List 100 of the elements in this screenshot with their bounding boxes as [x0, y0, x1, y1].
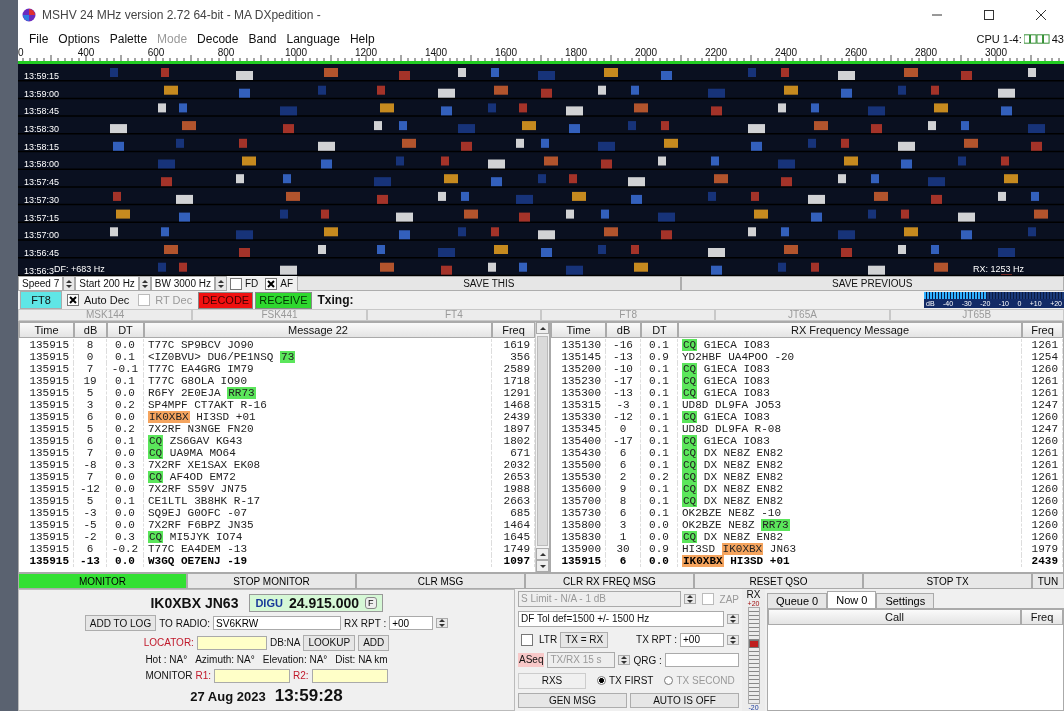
menu-item[interactable]: Language [281, 32, 345, 46]
column-header[interactable]: DT [641, 322, 678, 338]
column-header[interactable]: Freq [1021, 609, 1063, 625]
time-cell: 135915 [19, 399, 74, 411]
menu-item[interactable]: File [24, 32, 54, 46]
auto-button[interactable]: AUTO IS OFF [630, 693, 739, 709]
message-text: ZS6GAV KG43 [168, 435, 243, 447]
dt-cell: 0.0 [107, 387, 144, 399]
column-header[interactable]: DT [107, 322, 144, 338]
queue-tab[interactable]: Queue 0 [767, 593, 828, 608]
highlight-tag: CQ [148, 435, 164, 447]
time-cell: 135530 [551, 471, 606, 483]
time-label: 13:59:15 [24, 70, 60, 83]
action-button[interactable]: CLR MSG [356, 573, 525, 589]
freq-cell: 1261 [1022, 375, 1063, 387]
column-header[interactable]: dB [74, 322, 107, 338]
column-header[interactable]: Time [19, 322, 74, 338]
db-cell: -13 [606, 351, 641, 363]
action-button[interactable]: CLR RX FREQ MSG [525, 573, 694, 589]
highlight-tag: CQ [682, 435, 698, 447]
f-button[interactable]: F [365, 596, 377, 609]
db-cell: -12 [606, 411, 641, 423]
radio-label: TX FIRST [609, 675, 654, 687]
scale-label: 1400 [424, 48, 448, 58]
menu-item[interactable]: Decode [192, 32, 244, 46]
message-text: JN63 [768, 543, 797, 555]
menu-item[interactable]: Band [243, 32, 282, 46]
freq-cell: 1260 [1022, 435, 1063, 447]
message-text: R6FY 2E0EJA [148, 387, 222, 399]
menu-item[interactable]: Options [53, 32, 105, 46]
db-cell: 8 [74, 339, 107, 351]
info-text: Hot : NA° [145, 654, 188, 666]
highlight-tag: 73 [280, 351, 296, 363]
decode-indicator: DECODE [198, 291, 254, 309]
db-cell: 6 [74, 411, 107, 423]
start-spinbox[interactable]: Start 200 Hz [75, 276, 139, 291]
time-cell: 135915 [19, 435, 74, 447]
message-text: 7X2RF XE1SAX EK08 [148, 459, 261, 471]
qrg-label: QRG : [633, 654, 662, 666]
time-cell: 135915 [19, 483, 74, 495]
aseq-indicator[interactable]: ASeq [518, 653, 545, 668]
dt-cell: 0.2 [641, 471, 678, 483]
add-button[interactable]: ADD [358, 634, 390, 651]
dt-cell: -0.1 [107, 363, 144, 375]
add-to-log-button[interactable]: ADD TO LOG [84, 615, 157, 632]
highlight-tag: RR73 [227, 387, 256, 399]
save-previous-button[interactable]: SAVE PREVIOUS [680, 276, 1064, 291]
highlight-tag: IK0XBX [148, 411, 190, 423]
monitor-label: MONITOR [145, 670, 193, 682]
time-cell: 135230 [551, 375, 606, 387]
time-cell: 135900 [551, 543, 606, 555]
db-cell: 6 [606, 447, 641, 459]
menu-item[interactable]: Help [344, 32, 380, 46]
queue-tab[interactable]: Settings [876, 593, 935, 608]
bandwidth-spinbox[interactable]: BW 3000 Hz [150, 276, 215, 291]
column-header[interactable]: Time [551, 322, 606, 338]
speed-spinbox[interactable]: Speed 7 [18, 276, 64, 291]
r2-label: R2: [293, 670, 309, 682]
action-button[interactable]: STOP MONITOR [187, 573, 356, 589]
time-cell: 135915 [19, 495, 74, 507]
gen-msg-button[interactable]: GEN MSG [518, 693, 627, 709]
freq-cell: 1247 [1022, 423, 1063, 435]
scale-label: 800 [217, 48, 235, 58]
freq-cell: 1979 [1022, 543, 1063, 555]
df-tolerance-select[interactable]: DF Tol def=1500 +/- 1500 Hz [518, 611, 724, 628]
column-header[interactable]: Freq [1022, 322, 1063, 338]
column-header[interactable]: Freq [492, 322, 535, 338]
tx-equals-rx-button[interactable]: TX = RX [560, 631, 609, 648]
action-button[interactable]: RESET QSO [694, 573, 863, 589]
message-text: T77C EA4DEM -13 [148, 543, 248, 555]
freq-cell: 1260 [1022, 495, 1063, 507]
dt-cell: 0.1 [107, 435, 144, 447]
highlight-tag: CQ [682, 471, 698, 483]
dt-cell: 0.1 [107, 351, 144, 363]
action-button[interactable]: TUN [1032, 573, 1064, 589]
save-this-button[interactable]: SAVE THIS [297, 276, 681, 291]
time-cell: 135700 [551, 495, 606, 507]
checkbox-label: ZAP [719, 593, 739, 605]
rx-rpt-field[interactable]: +00 [389, 616, 434, 631]
receive-indicator: RECEIVE [255, 291, 312, 309]
queue-tab[interactable]: Now 0 [827, 591, 877, 608]
lookup-button[interactable]: LOOKUP [303, 634, 356, 651]
checkbox-label: RT Dec [155, 292, 193, 308]
highlight-tag: CQ [682, 459, 698, 471]
to-radio-field[interactable]: SV6KRW [213, 616, 342, 631]
time-cell: 135915 [19, 543, 74, 555]
db-cell: -2 [74, 531, 107, 543]
db-cell: 5 [74, 423, 107, 435]
column-header[interactable]: dB [606, 322, 641, 338]
rx-rpt-label: RX RPT : [344, 617, 387, 629]
action-button[interactable]: STOP TX [863, 573, 1032, 589]
tx-rpt-field[interactable]: +00 [680, 632, 724, 647]
dt-cell: -0.2 [107, 543, 144, 555]
scale-label: 2200 [704, 48, 728, 58]
time-cell: 135915 [19, 447, 74, 459]
column-header[interactable]: Call [768, 609, 1021, 625]
column-header[interactable]: RX Frequency Message [678, 322, 1022, 338]
action-button[interactable]: MONITOR [18, 573, 187, 589]
message-text: T77C G8OLA IO90 [148, 375, 248, 387]
menu-item[interactable]: Palette [104, 32, 153, 46]
